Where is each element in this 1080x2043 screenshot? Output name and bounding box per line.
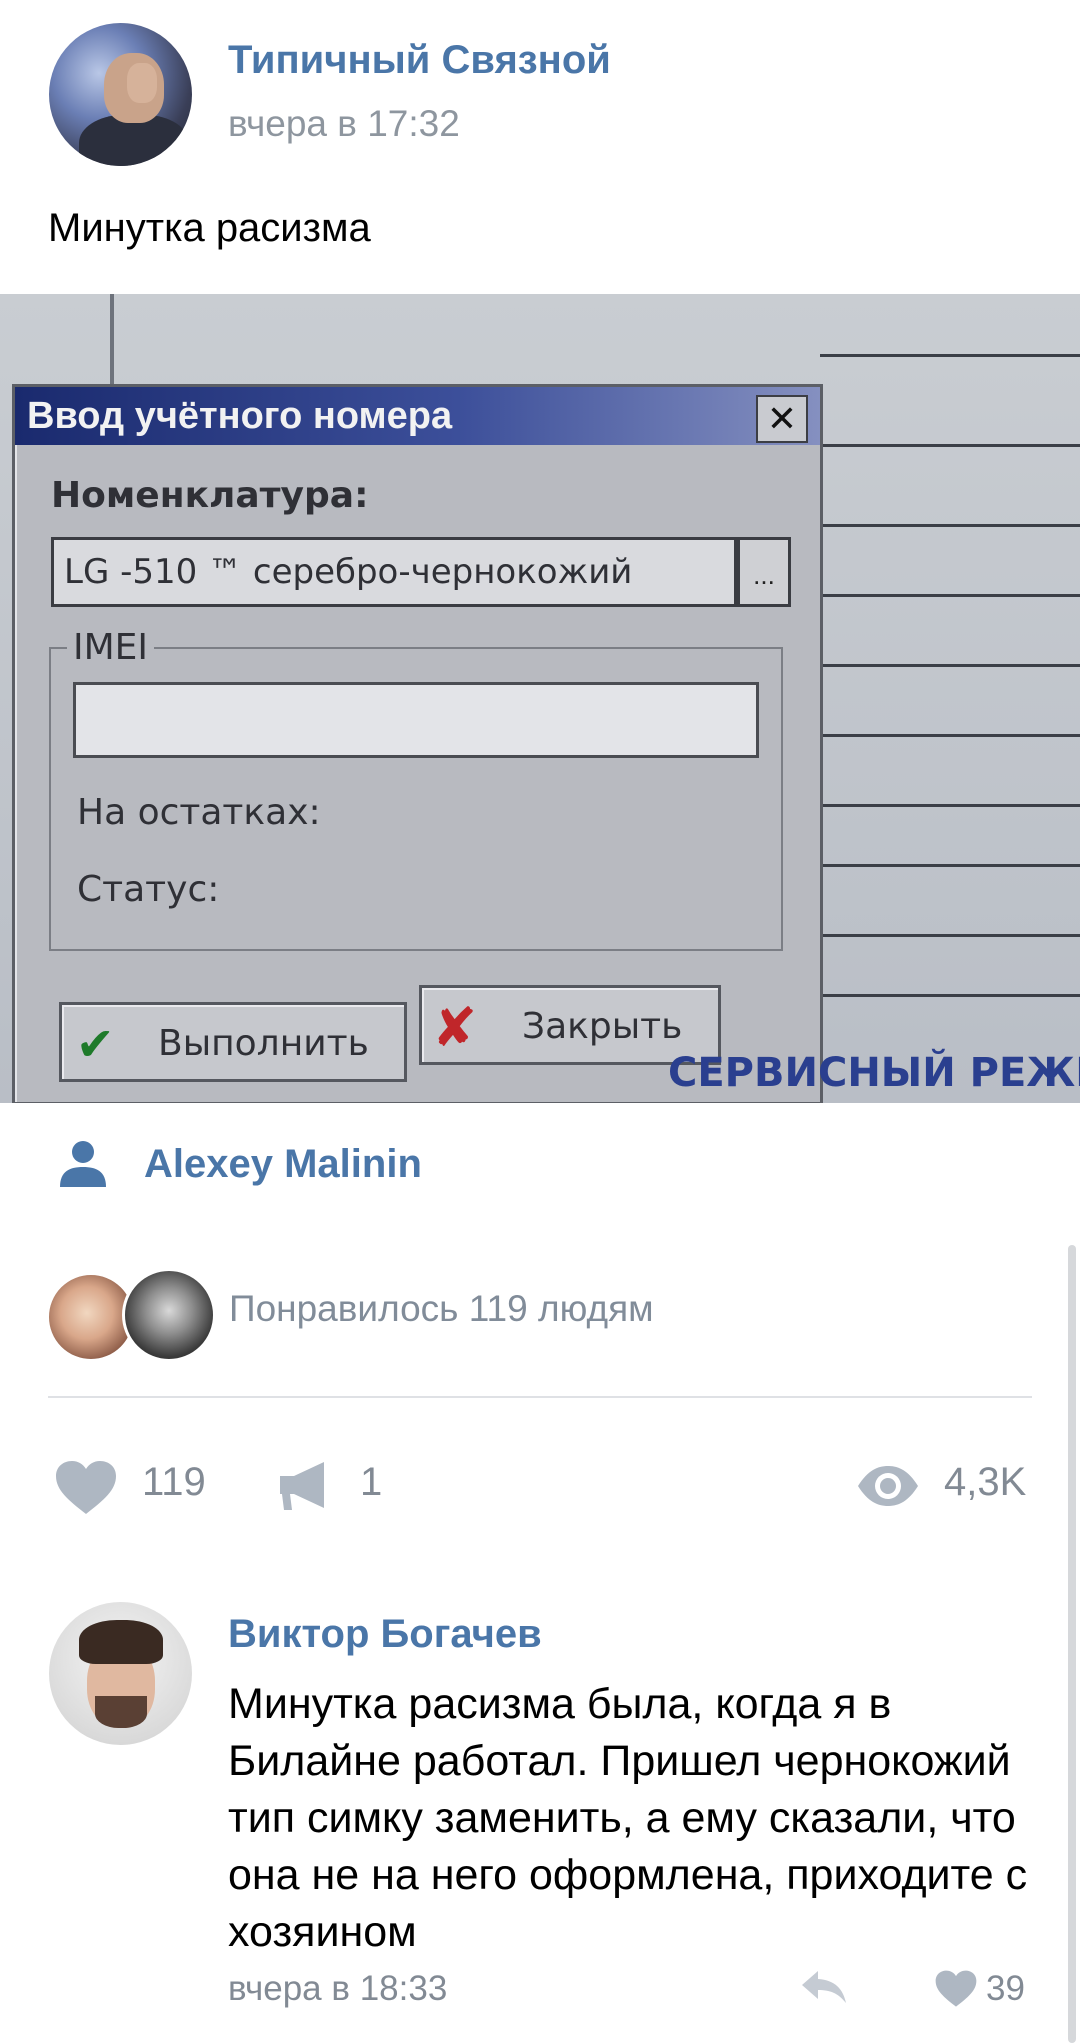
scrollbar[interactable] <box>1068 1245 1076 2043</box>
comment-author-name[interactable]: Виктор Богачев <box>228 1612 542 1657</box>
photo-close-icon: ✕ <box>756 395 808 443</box>
comment-likes-count: 39 <box>986 1969 1025 2008</box>
photo-dialog-title: Ввод учётного номера <box>27 395 453 437</box>
photo-nomenclature-value: LG -510 ™ серебро-чернокожий <box>64 552 633 592</box>
divider <box>48 1396 1032 1398</box>
post-timestamp[interactable]: вчера в 17:32 <box>228 103 460 145</box>
likes-summary[interactable]: Понравилось 119 людям <box>229 1288 654 1330</box>
user-icon <box>60 1141 106 1187</box>
photo-status-label: Статус: <box>77 869 220 910</box>
photo-execute-label: Выполнить <box>158 1023 369 1064</box>
photo-execute-button: ✔ Выполнить <box>59 1002 407 1082</box>
liker-avatar[interactable] <box>122 1268 216 1362</box>
comment-timestamp: вчера в 18:33 <box>228 1969 448 2008</box>
heart-icon[interactable] <box>54 1460 118 1516</box>
photo-browse-button: ... <box>737 537 791 607</box>
reply-arrow-icon[interactable] <box>800 1969 848 2005</box>
photo-mode-text: СЕРВИСНЫЙ РЕЖИМ <box>668 1050 1080 1096</box>
post-photo[interactable]: Ввод учётного номера ✕ Номенклатура: LG … <box>0 294 1080 1103</box>
shares-count: 1 <box>360 1460 383 1504</box>
eye-icon <box>858 1466 918 1506</box>
photo-dialog-titlebar: Ввод учётного номера ✕ <box>15 387 820 445</box>
post-text: Минутка расизма <box>48 206 371 250</box>
heart-icon[interactable] <box>934 1970 978 2008</box>
views-count: 4,3K <box>944 1460 1027 1504</box>
comment-text: Минутка расизма была, когда я в Билайне … <box>228 1680 1028 1956</box>
post-author-avatar[interactable] <box>49 23 192 166</box>
photo-imei-field <box>73 682 759 758</box>
photo-remainder-label: На остатках: <box>77 792 321 833</box>
photo-imei-label: IMEI <box>67 627 155 668</box>
megaphone-icon[interactable] <box>276 1460 332 1512</box>
photo-dialog-window: Ввод учётного номера ✕ Номенклатура: LG … <box>12 384 823 1103</box>
post-owner-link[interactable]: Alexey Malinin <box>144 1142 422 1187</box>
likes-count: 119 <box>142 1460 206 1504</box>
comment-author-avatar[interactable] <box>49 1602 192 1745</box>
post-author-name[interactable]: Типичный Связной <box>228 38 611 83</box>
photo-nomenclature-field: LG -510 ™ серебро-чернокожий <box>51 537 737 607</box>
checkmark-icon: ✔ <box>76 1018 115 1070</box>
cross-icon: ✘ <box>432 998 478 1058</box>
photo-close-label: Закрыть <box>522 1006 683 1047</box>
photo-nomenclature-label: Номенклатура: <box>51 475 369 516</box>
